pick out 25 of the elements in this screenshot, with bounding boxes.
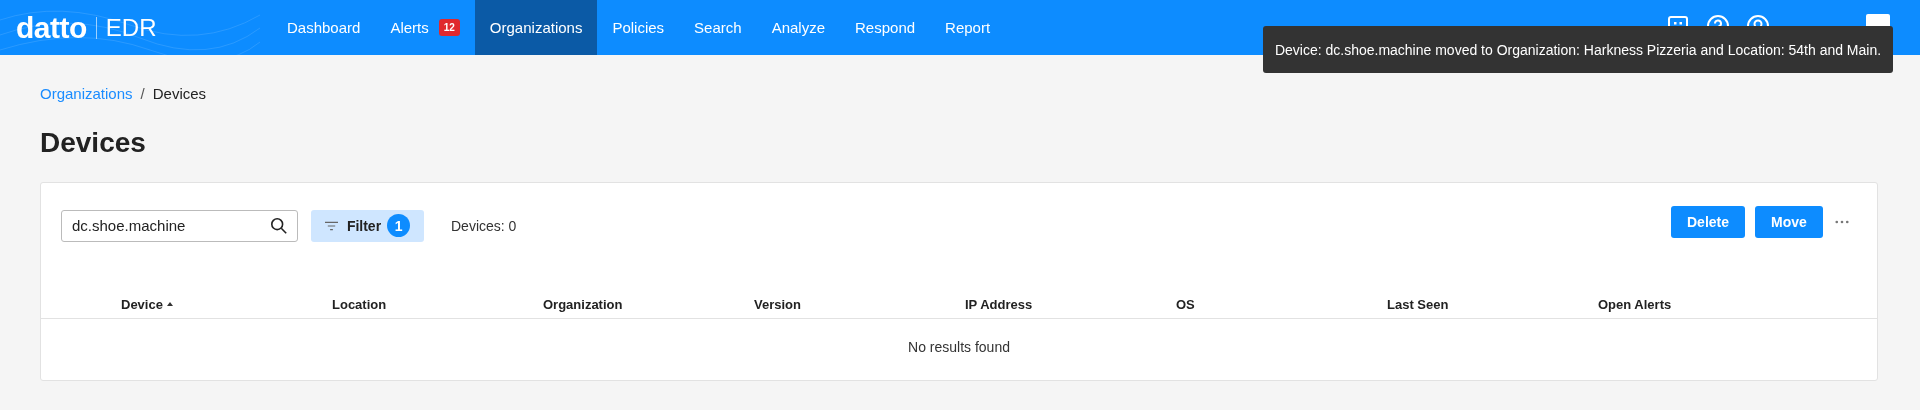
column-header[interactable]: Last Seen [1387,296,1449,312]
page-title: Devices [40,126,147,160]
more-icon[interactable] [1835,219,1849,224]
device-count: Devices: 0 [451,217,517,234]
alert-count-badge: 12 [438,19,460,36]
column-header[interactable]: IP Address [965,296,1033,312]
search-icon [270,216,288,235]
empty-message: No results found [908,339,1010,355]
breadcrumb-current: Devices [152,84,207,102]
filter-button[interactable]: Filter 1 [311,209,424,242]
column-header[interactable]: Version [754,296,801,312]
column-header[interactable]: Location [332,296,387,312]
filter-count-badge: 1 [387,214,411,237]
logo: datto [16,10,87,45]
nav-tab[interactable]: Organizations [474,0,598,55]
column-header[interactable]: Device [121,296,173,312]
breadcrumb-separator: / [140,84,145,102]
nav-tab[interactable]: Alerts 12 [375,0,475,55]
product-name: EDR [105,13,157,42]
filter-icon [324,220,338,231]
column-header[interactable]: Open Alerts [1598,296,1672,312]
column-header[interactable]: Organization [543,296,623,312]
search-field[interactable]: dc.shoe.machine [61,209,298,242]
toast-message: Device: dc.shoe.machine moved to Organization: Harkness Pizzeria and Location: 54th and Main. [1274,41,1882,58]
column-header[interactable]: OS [1176,296,1195,312]
